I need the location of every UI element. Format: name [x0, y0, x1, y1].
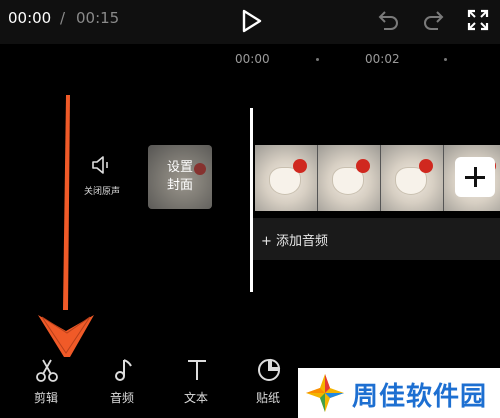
- tool-edit[interactable]: 剪辑: [18, 355, 74, 415]
- watermark-text: 周佳软件园: [352, 382, 488, 412]
- tool-label: 剪辑: [33, 391, 58, 405]
- time-separator: /: [60, 9, 66, 27]
- tool-sticker[interactable]: 贴纸: [240, 355, 296, 415]
- undo-icon: [378, 11, 398, 30]
- video-frame: [381, 145, 444, 211]
- fullscreen-icon: [467, 9, 489, 31]
- ruler-dot: [444, 58, 447, 61]
- tool-label: 文本: [183, 391, 208, 405]
- current-time: 00:00: [8, 9, 52, 27]
- audio-track[interactable]: + 添加音频: [253, 218, 500, 260]
- orange-arrow-annotation: [38, 95, 94, 357]
- video-frame: [255, 145, 318, 211]
- ruler-dot: [316, 58, 319, 61]
- add-clip-button[interactable]: [455, 157, 495, 197]
- tool-audio[interactable]: 音频: [94, 355, 150, 415]
- ruler-label-1: 00:02: [365, 52, 400, 66]
- sticker-icon: [258, 358, 281, 381]
- set-cover-button[interactable]: 设置 封面: [148, 145, 212, 209]
- playhead[interactable]: [250, 108, 253, 292]
- total-time: 00:15: [76, 9, 120, 27]
- tool-label: 贴纸: [255, 391, 280, 405]
- undo-button[interactable]: [376, 8, 402, 32]
- text-icon: [188, 360, 206, 380]
- music-note-icon: [115, 359, 132, 381]
- tool-text[interactable]: 文本: [168, 355, 224, 415]
- redo-icon: [424, 11, 444, 30]
- video-frame: [318, 145, 381, 211]
- watermark-logo-icon: [306, 374, 344, 412]
- play-button[interactable]: [238, 8, 264, 34]
- add-audio-button[interactable]: + 添加音频: [261, 230, 328, 249]
- tool-label: 音频: [109, 391, 134, 405]
- fullscreen-button[interactable]: [466, 8, 490, 32]
- play-icon: [242, 9, 262, 33]
- set-cover-label: 设置 封面: [166, 160, 193, 193]
- redo-button[interactable]: [420, 8, 446, 32]
- watermark: 周佳软件园: [298, 368, 500, 418]
- ruler-label-0: 00:00: [235, 52, 270, 66]
- scissors-icon: [36, 359, 58, 382]
